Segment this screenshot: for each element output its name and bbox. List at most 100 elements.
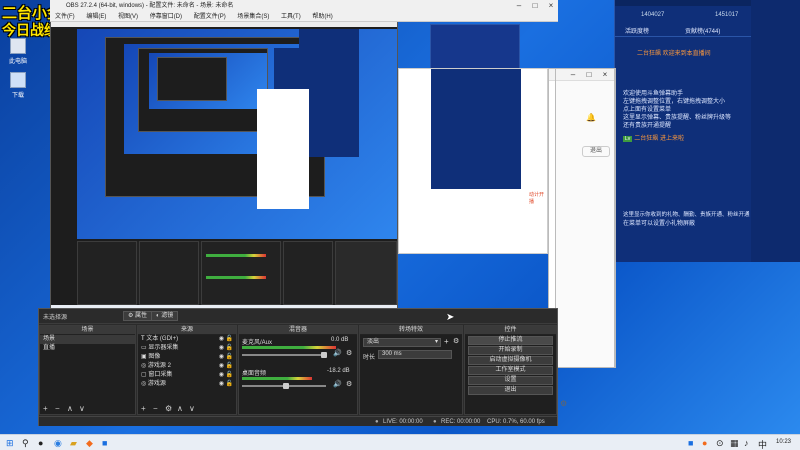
tray-app-icon[interactable]: ● — [702, 438, 707, 448]
menu-help[interactable]: 帮助(H) — [312, 14, 332, 20]
transition-select[interactable]: 淡出 ▾ — [363, 338, 441, 347]
menu-docks[interactable]: 停靠窗口(D) — [150, 14, 182, 20]
properties-button[interactable]: ⚙ 属性 — [123, 311, 153, 321]
lock-icon[interactable]: 🔓 — [226, 380, 233, 389]
speaker-icon[interactable]: 🔊 — [333, 380, 342, 388]
tray-app-icon[interactable]: ■ — [688, 438, 693, 448]
obs-title-text: OBS 27.2.4 (64-bit, windows) - 配置文件: 未命名… — [66, 3, 234, 9]
rec-timer: REC: 00:00:00 — [441, 419, 481, 425]
speaker-icon[interactable]: 🔊 — [333, 349, 342, 357]
gamepad-icon: ◎ — [141, 363, 148, 369]
menu-file[interactable]: 文件(F) — [55, 14, 75, 20]
lock-icon[interactable]: 🔓 — [226, 344, 233, 353]
gear-icon[interactable]: ⚙ — [346, 349, 352, 357]
volume-slider-handle[interactable] — [321, 352, 327, 358]
scenes-dock-header: 场景 — [40, 326, 135, 335]
duration-input[interactable]: 300 ms — [378, 350, 452, 359]
source-item[interactable]: ▣ 图像 ◉ 🔓 — [138, 353, 236, 362]
start-icon[interactable]: ⊞ — [6, 438, 14, 449]
filters-button[interactable]: ◐ 滤镜 — [151, 311, 179, 321]
gear-icon[interactable]: ⚙ — [346, 380, 352, 388]
exit-button[interactable]: 退出 — [582, 146, 610, 157]
eye-icon[interactable]: ◉ — [219, 344, 224, 353]
settings-button[interactable]: 设置 — [468, 376, 553, 385]
desktop-icon-downloads[interactable]: 下载 — [4, 72, 32, 99]
taskbar-clock[interactable]: 10:23 — [776, 439, 791, 445]
maximize-icon[interactable]: □ — [528, 0, 542, 12]
remove-icon[interactable]: − — [55, 404, 60, 413]
source-item[interactable]: ▭ 显示器采集 ◉ 🔓 — [138, 344, 236, 353]
move-down-icon[interactable]: ∨ — [189, 404, 195, 413]
remove-icon[interactable]: − — [153, 404, 158, 413]
mixer-channel-db: 0.0 dB — [331, 337, 349, 343]
lock-icon[interactable]: 🔓 — [226, 362, 233, 371]
desktop-icon-this-pc[interactable]: 此电脑 — [4, 38, 32, 65]
bell-icon[interactable]: 🔔 — [586, 113, 596, 122]
menu-edit[interactable]: 编辑(E) — [86, 14, 106, 20]
eye-icon[interactable]: ◉ — [219, 353, 224, 362]
exit-button[interactable]: 退出 — [468, 386, 553, 395]
menu-scene-collection[interactable]: 场景集合(S) — [237, 14, 269, 20]
taskbar-app-douyu-icon[interactable]: ◆ — [86, 438, 93, 449]
chat-titlebar — [615, 0, 752, 6]
properties-label: 属性 — [135, 313, 148, 319]
eye-icon[interactable]: ◉ — [219, 371, 224, 380]
minimize-icon[interactable]: – — [566, 69, 580, 81]
move-up-icon[interactable]: ∧ — [177, 404, 183, 413]
taskbar-app-obs-icon[interactable]: ● — [38, 438, 43, 448]
lock-icon[interactable]: 🔓 — [226, 335, 233, 344]
source-item[interactable]: ▢ 窗口采集 ◉ 🔓 — [138, 371, 236, 380]
lock-icon[interactable]: 🔓 — [226, 371, 233, 380]
gear-icon[interactable]: ⚙ — [453, 337, 459, 345]
start-virtual-camera-button[interactable]: 启动虚拟摄像机 — [468, 356, 553, 365]
ime-icon[interactable]: 中 — [758, 438, 767, 450]
browser-window: – □ × 🔔 退出 ⚙ — [555, 68, 615, 408]
chat-message: 在菜单可以设置小礼物屏蔽 — [623, 221, 696, 227]
tray-app-icon[interactable]: ⊙ — [716, 438, 724, 449]
add-icon[interactable]: + — [444, 337, 449, 346]
settings-icon[interactable]: ⚙ — [560, 399, 567, 408]
lock-icon[interactable]: 🔓 — [226, 353, 233, 362]
source-item[interactable]: ◎ 游戏源 2 ◉ 🔓 — [138, 362, 236, 371]
gear-icon[interactable]: ⚙ — [165, 404, 172, 413]
taskbar-app-browser-icon[interactable]: ◉ — [54, 438, 62, 449]
volume-slider[interactable] — [242, 354, 326, 356]
scene-item[interactable]: 场景 — [40, 335, 135, 344]
mixer-channel-name: 麦克风/Aux — [242, 340, 273, 346]
network-icon[interactable]: ▦ — [730, 438, 739, 449]
eye-icon[interactable]: ◉ — [219, 362, 224, 371]
chat-message: Lv 二台狂飙 进上来啦 — [623, 133, 684, 142]
move-up-icon[interactable]: ∧ — [67, 404, 73, 413]
stop-streaming-button[interactable]: 停止推流 — [468, 336, 553, 345]
minimize-icon[interactable]: – — [512, 0, 526, 12]
add-icon[interactable]: + — [141, 404, 146, 413]
volume-slider-handle[interactable] — [283, 383, 289, 389]
menu-view[interactable]: 视图(V) — [118, 14, 138, 20]
duration-label: 时长 — [363, 355, 376, 361]
start-recording-button[interactable]: 开始录制 — [468, 346, 553, 355]
move-down-icon[interactable]: ∨ — [79, 404, 85, 413]
chat-tab-contrib[interactable]: 贡献榜(4744) — [685, 26, 720, 35]
eye-icon[interactable]: ◉ — [219, 335, 224, 344]
source-item[interactable]: ◎ 游戏源 ◉ 🔓 — [138, 380, 236, 389]
taskbar-app-folder-icon[interactable]: ▰ — [70, 438, 77, 449]
eye-icon[interactable]: ◉ — [219, 380, 224, 389]
taskbar-app-chat-icon[interactable]: ■ — [102, 438, 107, 448]
scene-item[interactable]: 直播 — [40, 344, 135, 353]
close-icon[interactable]: × — [544, 0, 558, 12]
studio-mode-button[interactable]: 工作室模式 — [468, 366, 553, 375]
close-icon[interactable]: × — [598, 69, 612, 81]
menu-tools[interactable]: 工具(T) — [281, 14, 301, 20]
audio-level-meter — [242, 377, 312, 380]
cpu-fps-readout: CPU: 0.7%, 60.00 fps — [487, 419, 545, 425]
fan-badge: Lv — [623, 136, 633, 142]
volume-icon[interactable]: ♪ — [744, 438, 749, 448]
source-item[interactable]: T 文本 (GDI+) ◉ 🔓 — [138, 335, 236, 344]
menu-profile[interactable]: 配置文件(P) — [194, 14, 226, 20]
add-icon[interactable]: + — [43, 404, 48, 413]
gamepad-icon: ◎ — [141, 381, 148, 387]
chat-tab-active[interactable]: 活跃度榜 — [625, 26, 649, 35]
maximize-icon[interactable]: □ — [582, 69, 596, 81]
controls-dock: 控件 停止推流 开始录制 启动虚拟摄像机 工作室模式 设置 退出 — [464, 325, 557, 415]
search-icon[interactable]: ⚲ — [22, 438, 29, 449]
